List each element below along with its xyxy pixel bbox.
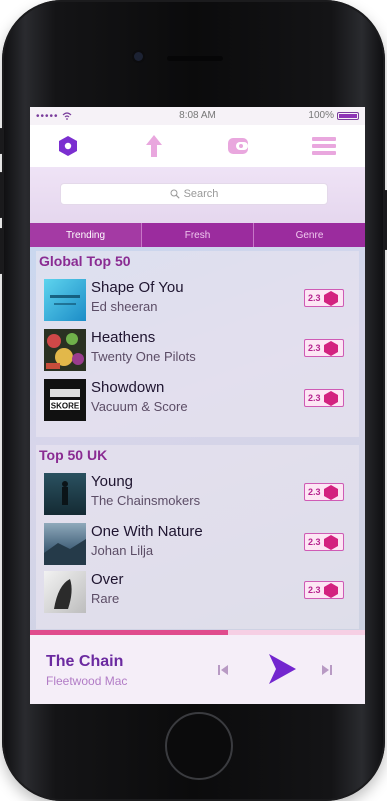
section-global-top-50: Global Top 50 Shape Of You Ed sheeran 2.…	[36, 251, 359, 437]
track-artist: The Chainsmokers	[91, 493, 201, 508]
price-badge[interactable]: 2.3	[304, 533, 344, 551]
now-playing-title: The Chain	[46, 653, 124, 670]
track-artist: Vacuum & Score	[91, 399, 188, 414]
badge-value: 2.3	[308, 343, 321, 353]
badge-value: 2.3	[308, 487, 321, 497]
badge-value: 2.3	[308, 585, 321, 595]
previous-button[interactable]	[212, 659, 234, 681]
album-cover	[44, 279, 86, 321]
track-title: Young	[91, 473, 133, 490]
badge-value: 2.3	[308, 293, 321, 303]
volume-down-button	[0, 228, 3, 274]
volume-up-button	[0, 172, 3, 218]
svg-text:SKORE: SKORE	[51, 402, 80, 411]
hexagon-icon	[59, 136, 77, 156]
now-playing-bar: The Chain Fleetwood Mac	[30, 635, 365, 704]
album-cover	[44, 473, 86, 515]
tab-fresh[interactable]: Fresh	[142, 223, 254, 247]
skip-next-icon	[322, 665, 332, 675]
badge-value: 2.3	[308, 537, 321, 547]
battery-percent: 100%	[308, 110, 334, 121]
hexagon-token-icon	[323, 484, 338, 500]
home-button[interactable]	[165, 712, 233, 780]
play-icon	[269, 654, 296, 684]
album-cover	[44, 571, 86, 613]
album-cover: SKORE	[44, 379, 86, 421]
hexagon-token-icon	[323, 534, 338, 550]
track-artist: Johan Lilja	[91, 543, 154, 558]
album-cover	[44, 523, 86, 565]
tab-genre[interactable]: Genre	[254, 223, 365, 247]
track-artist: Rare	[91, 591, 120, 606]
price-badge[interactable]: 2.3	[304, 581, 344, 599]
status-bar: ••••• 8:08 AM 100%	[30, 107, 365, 125]
track-title: Shape Of You	[91, 279, 184, 296]
now-playing-artist: Fleetwood Mac	[46, 674, 128, 688]
battery-indicator: 100%	[308, 110, 359, 121]
nav-home[interactable]	[38, 125, 98, 167]
hexagon-token-icon	[323, 290, 338, 306]
price-badge[interactable]: 2.3	[304, 389, 344, 407]
search-input[interactable]: Search	[60, 183, 328, 205]
play-button[interactable]	[262, 649, 302, 689]
nav-upload[interactable]	[124, 125, 184, 167]
wallet-icon	[228, 138, 248, 154]
album-cover	[44, 329, 86, 371]
app-screen: ••••• 8:08 AM 100% Search Trending Fresh…	[30, 107, 365, 704]
track-title: One With Nature	[91, 523, 203, 540]
badge-value: 2.3	[308, 393, 321, 403]
price-badge[interactable]: 2.3	[304, 483, 344, 501]
skore-cover-art: SKORE	[50, 389, 80, 411]
search-area: Search	[30, 167, 365, 223]
track-title: Showdown	[91, 379, 165, 396]
track-title: Over	[91, 571, 124, 588]
price-badge[interactable]: 2.3	[304, 339, 344, 357]
section-title: Top 50 UK	[39, 447, 108, 463]
front-camera	[134, 52, 143, 61]
price-badge[interactable]: 2.3	[304, 289, 344, 307]
hexagon-token-icon	[323, 340, 338, 356]
section-title: Global Top 50	[39, 253, 131, 269]
skip-previous-icon	[218, 665, 228, 675]
magnifier-icon	[170, 189, 180, 199]
hexagon-token-icon	[323, 390, 338, 406]
track-row[interactable]: Young The Chainsmokers 2.3	[44, 471, 352, 515]
arrow-up-icon	[146, 135, 162, 157]
mute-switch	[0, 128, 3, 154]
search-placeholder: Search	[183, 188, 219, 200]
track-row[interactable]: Heathens Twenty One Pilots 2.3	[44, 327, 352, 371]
earpiece-speaker	[167, 56, 223, 61]
hamburger-menu-icon	[312, 137, 336, 155]
hexagon-token-icon	[323, 582, 338, 598]
track-title: Heathens	[91, 329, 156, 346]
nav-menu[interactable]	[294, 125, 354, 167]
track-row[interactable]: Over Rare 2.3	[44, 569, 352, 613]
track-row[interactable]: SKORE Showdown Vacuum & Score 2.3	[44, 377, 352, 421]
track-artist: Twenty One Pilots	[91, 349, 196, 364]
battery-icon	[337, 111, 359, 120]
nav-wallet[interactable]	[208, 125, 268, 167]
tab-bar: Trending Fresh Genre	[30, 223, 365, 247]
charts-list: Global Top 50 Shape Of You Ed sheeran 2.…	[30, 247, 365, 630]
top-navigation	[30, 125, 365, 167]
next-button[interactable]	[316, 659, 338, 681]
track-artist: Ed sheeran	[91, 299, 158, 314]
tab-trending[interactable]: Trending	[30, 223, 142, 247]
section-top-50-uk: Top 50 UK Young The Chainsmokers 2.3 One…	[36, 445, 359, 629]
track-row[interactable]: One With Nature Johan Lilja 2.3	[44, 521, 352, 565]
track-row[interactable]: Shape Of You Ed sheeran 2.3	[44, 277, 352, 321]
